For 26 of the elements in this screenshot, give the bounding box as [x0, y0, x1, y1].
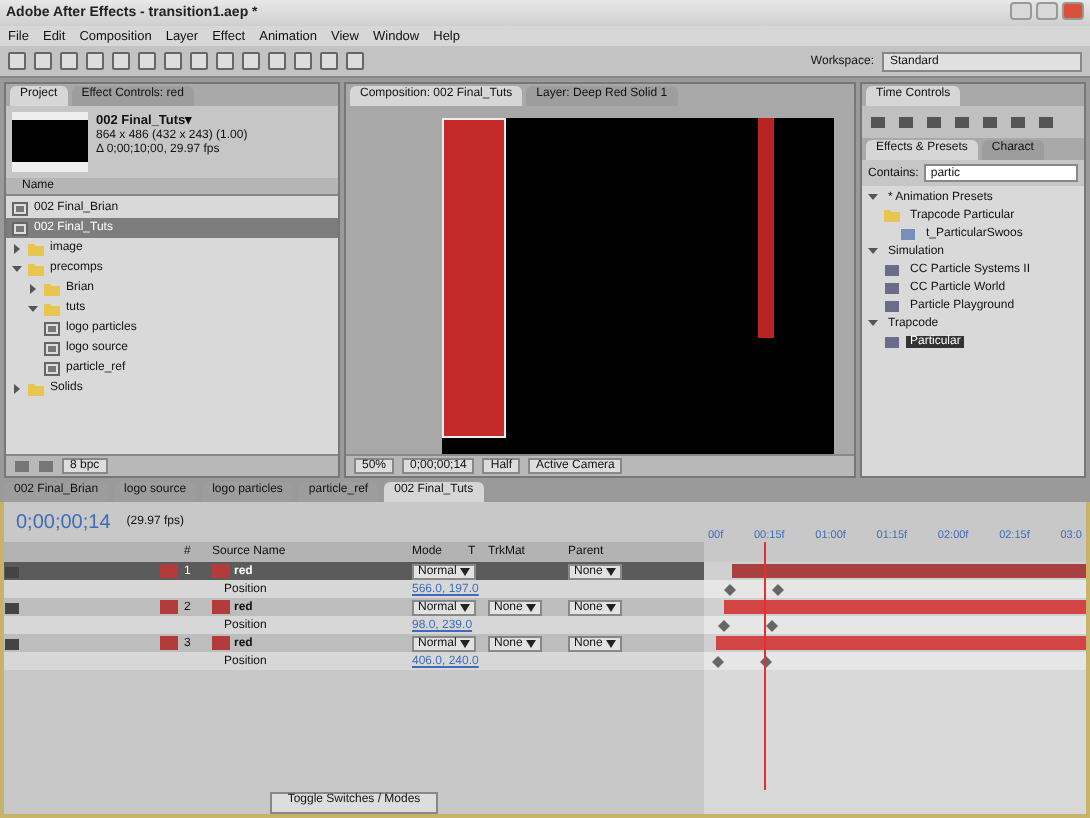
- disclosure-triangle-icon[interactable]: [868, 192, 878, 202]
- label-swatch: [160, 636, 178, 650]
- label-swatch: [160, 564, 178, 578]
- solid-icon: [212, 600, 230, 614]
- composition-thumbnail: [12, 112, 88, 172]
- disclosure-triangle-icon[interactable]: [28, 283, 38, 293]
- disclosure-triangle-icon[interactable]: [28, 303, 38, 313]
- folder-icon: [884, 208, 900, 222]
- disclosure-triangle-icon[interactable]: [12, 383, 22, 393]
- solid-icon: [212, 636, 230, 650]
- solid-icon: [212, 564, 230, 578]
- close-button[interactable]: [1062, 2, 1084, 20]
- label-swatch: [160, 600, 178, 614]
- caret-icon: [606, 567, 617, 575]
- caret-icon: [606, 639, 617, 647]
- disclosure-triangle-icon[interactable]: [868, 246, 878, 256]
- caret-icon: [460, 639, 471, 647]
- caret-icon: [606, 603, 617, 611]
- caret-icon: [460, 603, 471, 611]
- caret-icon: [460, 567, 471, 575]
- caret-icon: [526, 639, 537, 647]
- disclosure-triangle-icon[interactable]: [868, 318, 878, 328]
- disclosure-triangle-icon[interactable]: [12, 263, 22, 273]
- caret-icon: [526, 603, 537, 611]
- disclosure-triangle-icon[interactable]: [12, 243, 22, 253]
- folder-icon: [28, 381, 44, 395]
